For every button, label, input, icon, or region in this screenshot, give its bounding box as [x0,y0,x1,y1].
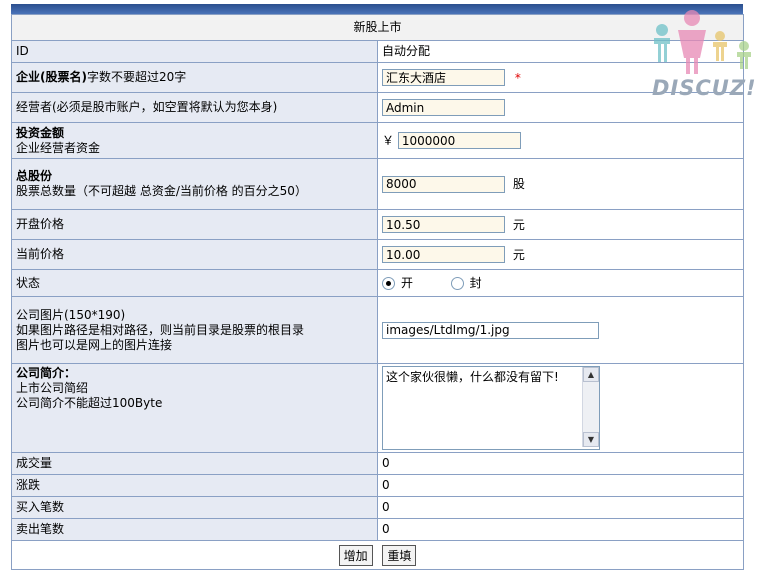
currency-symbol: ￥ [382,133,395,148]
image-path-input[interactable] [382,321,599,339]
label-intro-sub1: 上市公司简绍 [16,381,89,395]
status-open-label: 开 [401,275,414,290]
label-shares-sub: 股票总数量（不可超越 总资金/当前价格 的百分之50） [16,184,307,198]
row-open-price: 开盘价格 元 [11,209,744,240]
label-sell-count: 卖出笔数 [11,518,378,541]
current-price-unit: 元 [512,247,525,262]
row-id: ID 自动分配 [11,40,744,63]
row-intro: 公司简介： 上市公司简绍 公司简介不能超过100Byte 这个家伙很懒，什么都没… [11,363,744,453]
value-capital-cell: ￥ [377,122,744,159]
button-row: 增加 重填 [11,540,744,570]
label-name: 企业(股票名)字数不要超过20字 [11,62,378,93]
value-intro-cell: 这个家伙很懒，什么都没有留下! ▲ ▼ [377,363,744,453]
label-image-line3: 图片也可以是网上的图片连接 [16,337,173,352]
open-price-unit: 元 [512,217,525,232]
label-intro-bold: 公司简介： [16,366,77,380]
label-name-rest: 字数不要超过20字 [86,70,187,84]
row-shares: 总股份股票总数量（不可超越 总资金/当前价格 的百分之50） 股 [11,158,744,210]
value-change: 0 [377,474,744,497]
intro-text: 这个家伙很懒，什么都没有留下! [386,370,559,384]
current-price-input[interactable] [382,246,505,263]
label-name-bold: 企业(股票名) [16,70,87,84]
label-image-line2: 如果图片路径是相对路径，则当前目录是股票的根目录 [16,322,305,337]
new-stock-form: 新股上市 ID 自动分配 企业(股票名)字数不要超过20字 * 经营者(必须是股… [11,14,744,570]
discuz-logo: DISCUZ! [640,0,765,104]
label-status: 状态 [11,269,378,297]
label-intro: 公司简介： 上市公司简绍 公司简介不能超过100Byte [11,363,378,453]
value-buy-count: 0 [377,496,744,519]
value-volume: 0 [377,452,744,475]
row-name: 企业(股票名)字数不要超过20字 * [11,62,744,93]
label-capital-bold: 投资金额 [16,125,65,140]
row-sell-count: 卖出笔数 0 [11,518,744,541]
open-price-input[interactable] [382,216,505,233]
status-closed-label: 封 [469,275,482,290]
logo-text: DISCUZ! [652,76,757,100]
row-capital: 投资金额 企业经营者资金 ￥ [11,122,744,159]
status-closed-radio[interactable] [450,276,464,290]
shares-unit: 股 [512,177,525,191]
label-current-price: 当前价格 [11,239,378,270]
intro-scrollbar[interactable]: ▲ ▼ [582,367,599,447]
label-volume: 成交量 [11,452,378,475]
capital-input[interactable] [397,132,521,149]
label-operator: 经营者(必须是股市账户，如空置将默认为您本身) [11,92,378,123]
row-change: 涨跌 0 [11,474,744,497]
value-current-price-cell: 元 [377,239,744,270]
status-open-radio[interactable] [382,276,395,290]
label-shares-bold: 总股份 [16,169,53,183]
form-title: 新股上市 [11,14,744,41]
value-shares-cell: 股 [377,158,744,210]
logo-figures-icon [654,10,751,74]
label-capital-sub: 企业经营者资金 [16,140,101,155]
label-image-line1: 公司图片(150*190) [16,307,126,322]
stock-name-input[interactable] [382,69,505,86]
row-buy-count: 买入笔数 0 [11,496,744,519]
scroll-up-icon[interactable]: ▲ [583,367,599,382]
row-buttons: 增加 重填 [11,540,744,570]
add-button[interactable]: 增加 [338,544,373,566]
shares-input[interactable] [382,175,505,193]
row-current-price: 当前价格 元 [11,239,744,270]
intro-textarea[interactable]: 这个家伙很懒，什么都没有留下! ▲ ▼ [382,366,600,450]
row-operator: 经营者(必须是股市账户，如空置将默认为您本身) [11,92,744,123]
label-buy-count: 买入笔数 [11,496,378,519]
scroll-down-icon[interactable]: ▼ [583,432,599,447]
row-volume: 成交量 0 [11,452,744,475]
value-open-price-cell: 元 [377,209,744,240]
row-image: 公司图片(150*190) 如果图片路径是相对路径，则当前目录是股票的根目录 图… [11,296,744,364]
reset-button[interactable]: 重填 [382,544,417,566]
top-title-bar [11,4,743,14]
label-shares: 总股份 股票总数量（不可超越 总资金/当前价格 的百分之50） [11,158,378,210]
required-mark: * [514,71,521,85]
label-intro-sub2: 公司简介不能超过100Byte [16,396,163,410]
value-status-cell: 开 封 [377,269,744,297]
row-status: 状态 开 封 [11,269,744,297]
label-open-price: 开盘价格 [11,209,378,240]
value-image-cell [377,296,744,364]
label-change: 涨跌 [11,474,378,497]
operator-input[interactable] [382,99,505,116]
label-image: 公司图片(150*190) 如果图片路径是相对路径，则当前目录是股票的根目录 图… [11,296,378,364]
label-capital: 投资金额 企业经营者资金 [11,122,378,159]
value-sell-count: 0 [377,518,744,541]
label-id: ID [11,40,378,63]
